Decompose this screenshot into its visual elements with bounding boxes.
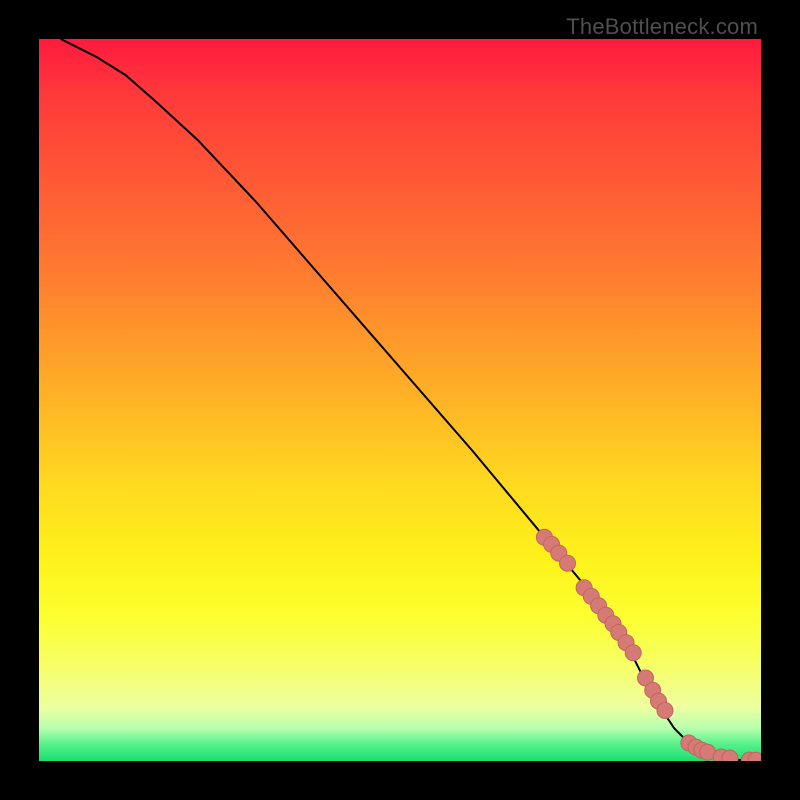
data-marker [560, 555, 576, 571]
data-marker [625, 645, 641, 661]
data-marker [657, 703, 673, 719]
data-marker [722, 750, 738, 761]
watermark-text: TheBottleneck.com [566, 14, 758, 40]
marker-group [536, 529, 761, 761]
chart-svg [39, 39, 761, 761]
bottleneck-curve [61, 39, 761, 760]
plot-area [39, 39, 761, 761]
